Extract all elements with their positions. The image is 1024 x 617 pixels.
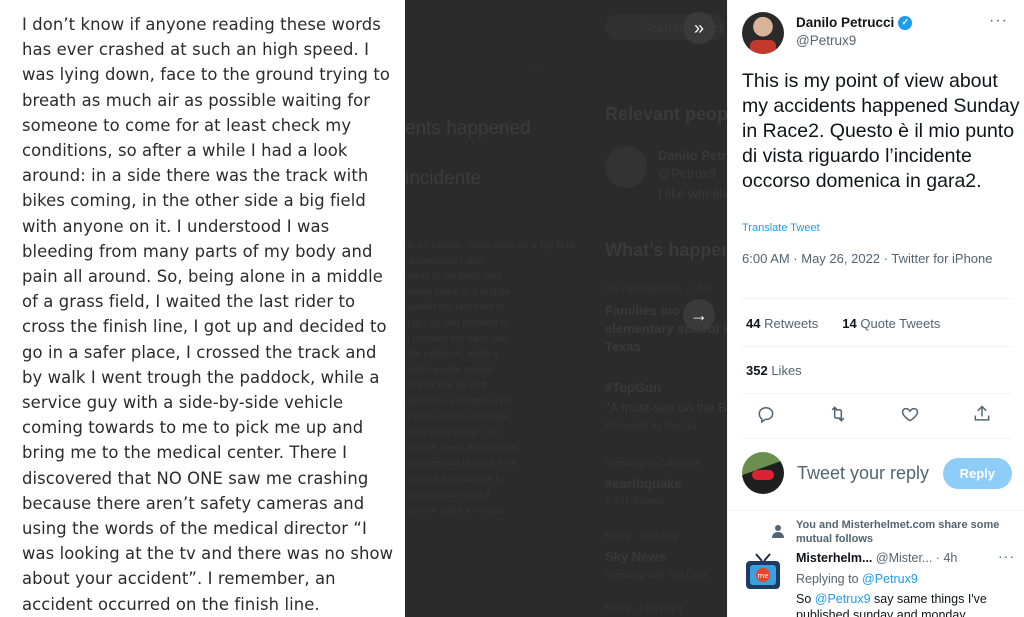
reply-text: So @Petrux9 say same things I've publish… <box>796 591 1016 617</box>
ghost-line: verso il traguardo e lo <box>407 474 504 485</box>
tweet-timestamp[interactable]: 6:00 AM · May 26, 2022 · Twitter for iPh… <box>742 250 1012 268</box>
trend-ghost: #earthquake <box>605 476 682 491</box>
ghost-line: side-by-side vehicle <box>407 364 495 376</box>
dimmed-background: Search Twitter ··· ents happened inciden… <box>405 0 727 617</box>
divider <box>742 346 1012 347</box>
ghost-line: I crossed the track and <box>407 333 509 345</box>
trend-ghost: Families mo <box>605 303 681 318</box>
title-ghost-2: incidente <box>405 168 482 189</box>
person-icon <box>772 525 784 538</box>
replying-prefix: Replying to <box>796 572 863 586</box>
tweet-author: Danilo Petrucci ✓ @Petrux9 <box>742 12 913 54</box>
reply-input[interactable]: Tweet your reply <box>797 463 943 484</box>
ghost-line: in un campo. Sono stato on a big field <box>407 240 575 251</box>
ghost-line: camminato verso il <box>407 489 491 501</box>
trend-ghost: Texas <box>605 339 641 354</box>
quote-tweets-stat[interactable]: 14 Quote Tweets <box>842 316 940 331</box>
trend-ghost: Trending in California <box>605 458 700 469</box>
relevant-avatar-ghost <box>605 146 647 188</box>
trend-ghost: News · Last night <box>605 604 683 615</box>
trend-ghost: 6,301 Tweets <box>605 496 665 507</box>
like-icon <box>901 407 919 422</box>
ghost-line: the paddock, while a <box>407 349 499 361</box>
rel-bio-ghost: I like wheelie <box>658 186 727 201</box>
ghost-line: being alone in a middle <box>407 286 510 298</box>
trend-ghost: News · Trending <box>605 532 678 543</box>
author-name[interactable]: Danilo Petrucci <box>796 15 894 30</box>
replying-to-mention[interactable]: @Petrux9 <box>862 572 918 586</box>
reply-text-mention[interactable]: @Petrux9 <box>815 592 871 606</box>
more-options-icon[interactable]: ··· <box>989 12 1008 30</box>
like-button[interactable] <box>898 402 922 426</box>
likes-stat[interactable]: 352 Likes <box>746 363 802 378</box>
trend-ghost: Sky News <box>605 549 666 564</box>
ghost-line: I got up and decided to <box>407 318 509 329</box>
trend-ghost: US national news · LIVE <box>605 284 714 295</box>
translate-tweet-link[interactable]: Translate Tweet <box>742 222 820 234</box>
ghost-line: attraversato la pista e mi <box>407 458 516 470</box>
ghost-line: waited the last rider to <box>407 302 505 314</box>
title-ghost-1: ents happened <box>405 118 531 139</box>
social-context[interactable]: You and Misterhelmet.com share some mutu… <box>796 518 1024 546</box>
divider <box>742 298 1012 299</box>
ghost-line: pensavo. Ho capito che <box>407 396 512 407</box>
share-button[interactable] <box>970 402 994 426</box>
divider <box>728 510 1024 511</box>
reply-submit-button[interactable]: Reply <box>942 457 1012 489</box>
more-ghost: ··· <box>533 62 546 77</box>
ghost-line: l'avevo dolore ovunque. <box>407 411 513 423</box>
reply-button[interactable] <box>754 402 778 426</box>
ghost-line: to pick me up and <box>407 380 486 392</box>
divider <box>742 438 1012 439</box>
media-text: I don’t know if anyone reading these wor… <box>22 15 394 614</box>
reply-header: Misterhelm... @Mister... · 4h <box>796 551 1018 565</box>
collapse-panel-button[interactable]: » <box>683 12 715 44</box>
trend-ghost: Trending with Ted Cruz <box>605 570 708 581</box>
author-handle[interactable]: @Petrux9 <box>796 33 912 48</box>
trend-ghost: #TopGun <box>605 380 662 395</box>
ghost-line: solo in un campo, mi <box>407 427 499 439</box>
author-avatar[interactable] <box>742 12 784 54</box>
tweet-actions <box>754 402 994 426</box>
trend-ghost: Promoted by Top Gu <box>605 421 697 432</box>
collapse-panel-icon: » <box>693 18 704 38</box>
reply-time[interactable]: · 4h <box>936 551 958 565</box>
tv-logo-icon[interactable]: me <box>744 552 782 592</box>
ghost-line: parts of my body and <box>407 271 501 283</box>
ghost-line: understood I was <box>407 255 484 267</box>
reply-icon <box>758 406 774 424</box>
rel-handle-ghost: @Petrux9 <box>658 166 716 181</box>
tweet-stats: 44 Retweets 14 Quote Tweets <box>746 316 940 331</box>
tweet-text: This is my point of view about my accide… <box>742 70 1020 192</box>
current-user-avatar[interactable] <box>742 452 784 494</box>
rel-name-ghost: Danilo Petr <box>658 148 727 163</box>
tweet-detail-panel: Danilo Petrucci ✓ @Petrux9 ··· This is m… <box>727 0 1024 617</box>
share-icon <box>974 405 990 421</box>
verified-badge-icon: ✓ <box>898 15 913 30</box>
reply-text-prefix: So <box>796 592 815 606</box>
next-arrow-icon: → <box>690 305 708 325</box>
next-image-button[interactable]: → <box>683 299 715 331</box>
reply-more-icon[interactable]: ··· <box>998 548 1015 564</box>
tweet-media-image: I don’t know if anyone reading these wor… <box>0 0 405 617</box>
reply-composer: Tweet your reply Reply <box>742 452 1012 494</box>
whats-happening-ghost: What’s happen <box>605 240 727 260</box>
author-name-row[interactable]: Danilo Petrucci ✓ <box>796 15 913 30</box>
divider <box>742 393 1012 394</box>
retweets-stat[interactable]: 44 Retweets <box>746 316 818 331</box>
ghost-line: chiede che l'ultimo pilota <box>407 442 516 454</box>
replying-to: Replying to @Petrux9 <box>796 572 918 586</box>
ghost-line: con un quad a venuto <box>407 505 504 517</box>
retweet-button[interactable] <box>826 402 850 426</box>
retweet-icon <box>831 406 845 422</box>
relevant-people-ghost: Relevant peop <box>605 104 727 124</box>
reply-author-handle[interactable]: @Mister... <box>876 551 932 565</box>
svg-text:me: me <box>757 572 768 580</box>
trend-ghost: "A must-see on the B <box>605 400 727 415</box>
reply-author-name[interactable]: Misterhelm... <box>796 551 872 565</box>
